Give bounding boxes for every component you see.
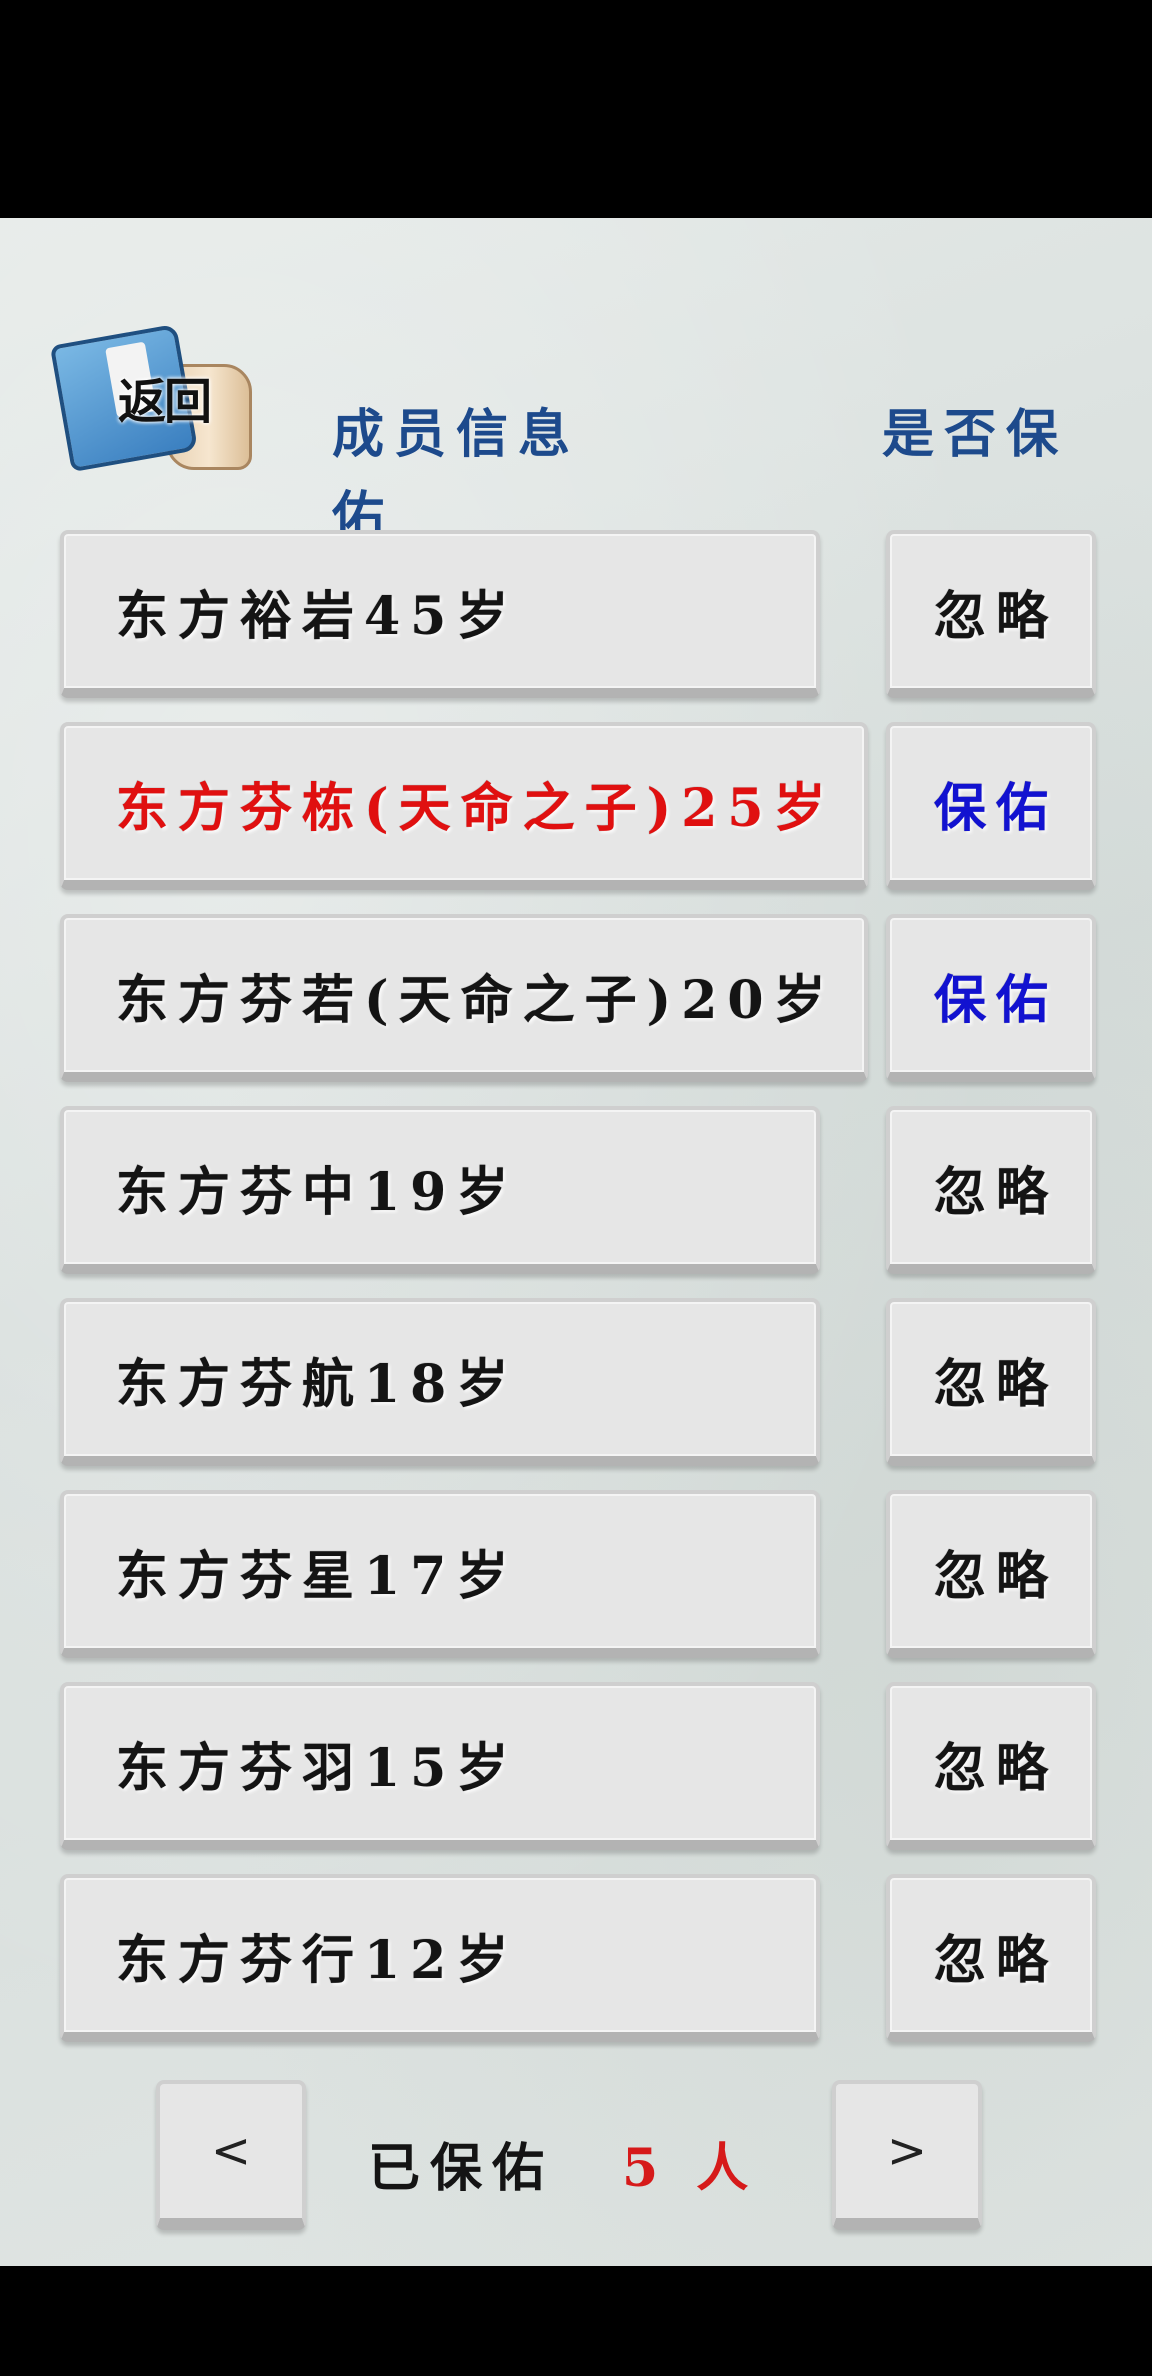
member-label-7: 东方芬行12岁 bbox=[116, 1929, 519, 1991]
protected-count: 5 人 bbox=[622, 2138, 759, 2199]
member-row-6[interactable]: 东方芬羽15岁 bbox=[60, 1682, 820, 1850]
member-row-0[interactable]: 东方裕岩45岁 bbox=[60, 530, 820, 698]
action-label-6: 忽略 bbox=[933, 1737, 1058, 1799]
action-button-7[interactable]: 忽略 bbox=[886, 1874, 1096, 2042]
action-button-4[interactable]: 忽略 bbox=[886, 1298, 1096, 1466]
protect-question-header: 是否保 bbox=[882, 404, 1069, 465]
member-row-4[interactable]: 东方芬航18岁 bbox=[60, 1298, 820, 1466]
member-label-5: 东方芬星17岁 bbox=[116, 1545, 519, 1607]
member-row-7[interactable]: 东方芬行12岁 bbox=[60, 1874, 820, 2042]
member-label-2: 东方芬若(天命之子)20岁 bbox=[116, 969, 836, 1031]
member-row-3[interactable]: 东方芬中19岁 bbox=[60, 1106, 820, 1274]
next-page-button[interactable]: > bbox=[832, 2080, 982, 2230]
member-row-1[interactable]: 东方芬栋(天命之子)25岁 bbox=[60, 722, 868, 890]
action-button-1[interactable]: 保佑 bbox=[886, 722, 1096, 890]
game-screen: 返回 成员信息佑 是否保 东方裕岩45岁 忽略 东方芬栋(天命之子)25岁 保佑… bbox=[0, 218, 1152, 2266]
action-button-0[interactable]: 忽略 bbox=[886, 530, 1096, 698]
member-label-0: 东方裕岩45岁 bbox=[116, 585, 519, 647]
action-button-5[interactable]: 忽略 bbox=[886, 1490, 1096, 1658]
action-label-2: 保佑 bbox=[933, 969, 1058, 1031]
action-label-1: 保佑 bbox=[933, 777, 1058, 839]
back-button[interactable]: 返回 bbox=[49, 314, 256, 474]
member-row-2[interactable]: 东方芬若(天命之子)20岁 bbox=[60, 914, 868, 1082]
member-label-3: 东方芬中19岁 bbox=[116, 1161, 519, 1223]
chevron-left-icon: < bbox=[210, 2123, 252, 2179]
action-button-3[interactable]: 忽略 bbox=[886, 1106, 1096, 1274]
member-label-4: 东方芬航18岁 bbox=[116, 1353, 519, 1415]
action-label-7: 忽略 bbox=[933, 1929, 1058, 1991]
member-info-header: 成员信息佑 bbox=[332, 404, 581, 544]
member-label-6: 东方芬羽15岁 bbox=[116, 1737, 519, 1799]
action-label-5: 忽略 bbox=[933, 1545, 1058, 1607]
member-label-1: 东方芬栋(天命之子)25岁 bbox=[116, 777, 836, 839]
chevron-right-icon: > bbox=[886, 2123, 928, 2179]
action-label-0: 忽略 bbox=[933, 585, 1058, 647]
member-row-5[interactable]: 东方芬星17岁 bbox=[60, 1490, 820, 1658]
action-button-6[interactable]: 忽略 bbox=[886, 1682, 1096, 1850]
prev-page-button[interactable]: < bbox=[156, 2080, 306, 2230]
action-label-3: 忽略 bbox=[933, 1161, 1058, 1223]
back-label: 返回 bbox=[118, 374, 212, 430]
action-label-4: 忽略 bbox=[933, 1353, 1058, 1415]
protected-label: 已保佑 bbox=[368, 2138, 555, 2199]
action-button-2[interactable]: 保佑 bbox=[886, 914, 1096, 1082]
